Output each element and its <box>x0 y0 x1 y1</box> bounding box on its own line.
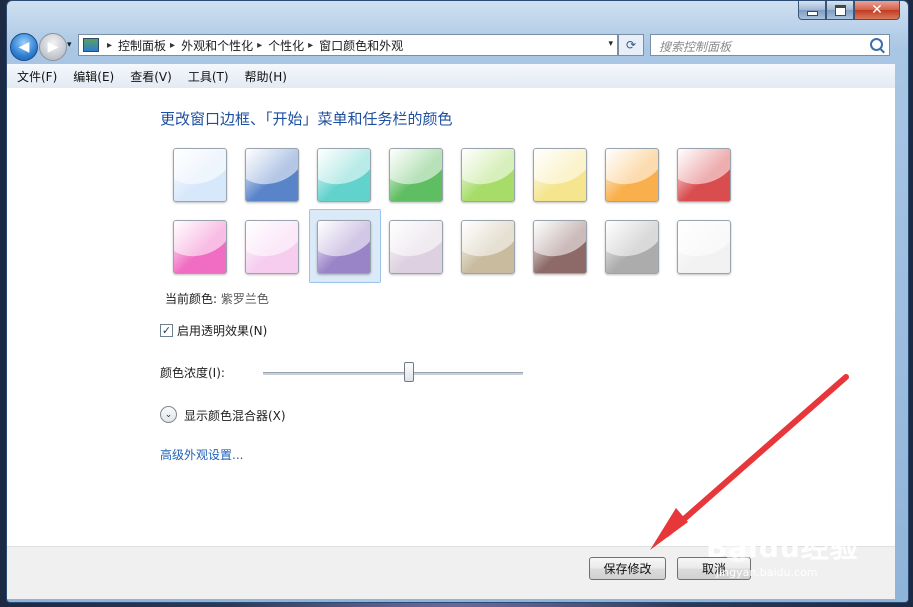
search-icon[interactable] <box>870 38 883 51</box>
menu-file[interactable]: 文件(F) <box>17 68 57 85</box>
color-swatch-frost[interactable] <box>677 220 731 274</box>
menu-tools[interactable]: 工具(T) <box>188 68 229 85</box>
transparency-label[interactable]: 启用透明效果(N) <box>177 322 267 339</box>
color-swatch-lime[interactable] <box>461 148 515 202</box>
maximize-button[interactable] <box>826 1 854 20</box>
minimize-icon <box>806 10 818 16</box>
breadcrumb-appearance[interactable]: 外观和个性化 <box>181 37 253 54</box>
breadcrumb-control-panel[interactable]: 控制面板 <box>118 37 166 54</box>
address-dropdown-icon[interactable]: ▾ <box>608 39 613 49</box>
breadcrumb-separator-icon: ▸ <box>107 39 113 51</box>
content-pane: 更改窗口边框、「开始」菜单和任务栏的颜色 当前颜色: 紫罗兰色 ✓ 启用透明效果… <box>7 88 895 546</box>
intensity-slider-thumb[interactable] <box>403 362 414 382</box>
address-bar[interactable]: ▸ 控制面板 ▸ 外观和个性化 ▸ 个性化 ▸ 窗口颜色和外观 ▾ <box>78 34 618 56</box>
breadcrumb-personalization[interactable]: 个性化 <box>268 37 304 54</box>
color-swatch-fuchsia[interactable] <box>173 220 227 274</box>
current-color-value: 紫罗兰色 <box>220 292 269 306</box>
advanced-appearance-link[interactable]: 高级外观设置... <box>160 446 243 463</box>
color-swatch-twilight[interactable] <box>245 148 299 202</box>
breadcrumb-separator-icon[interactable]: ▸ <box>308 40 313 51</box>
search-input[interactable]: 搜索控制面板 <box>659 38 731 55</box>
current-color-label: 当前颜色: <box>165 292 218 306</box>
maximize-icon <box>834 4 846 16</box>
intensity-label: 颜色浓度(I): <box>160 366 225 380</box>
forward-arrow-icon: ▶ <box>47 39 59 55</box>
save-changes-button[interactable]: 保存修改 <box>589 557 666 580</box>
minimize-button[interactable] <box>798 1 826 20</box>
title-buttons: ✕ <box>798 1 900 20</box>
back-button[interactable]: ◀ <box>10 33 38 61</box>
intensity-slider-track[interactable] <box>263 372 523 375</box>
breadcrumb-separator-icon[interactable]: ▸ <box>170 40 175 51</box>
color-swatch-sky[interactable] <box>173 148 227 202</box>
color-swatch-chocolate[interactable] <box>533 220 587 274</box>
close-button[interactable]: ✕ <box>854 1 900 20</box>
expand-chevron-icon[interactable]: ⌄ <box>160 406 177 423</box>
color-mixer-toggle[interactable]: 显示颜色混合器(X) <box>184 407 286 424</box>
breadcrumb-separator-icon[interactable]: ▸ <box>257 40 262 51</box>
control-panel-icon <box>83 38 99 52</box>
breadcrumb-window-color[interactable]: 窗口颜色和外观 <box>319 37 403 54</box>
color-swatch-blush[interactable] <box>245 220 299 274</box>
menu-view[interactable]: 查看(V) <box>130 68 172 85</box>
color-swatch-leaf[interactable] <box>389 148 443 202</box>
color-swatch-violet[interactable] <box>317 220 371 274</box>
current-color: 当前颜色: 紫罗兰色 <box>165 290 269 307</box>
menu-help[interactable]: 帮助(H) <box>245 68 287 85</box>
refresh-button[interactable]: ⟳ <box>618 34 644 56</box>
color-swatch-sun[interactable] <box>533 148 587 202</box>
color-swatch-pumpkin[interactable] <box>605 148 659 202</box>
search-box[interactable]: 搜索控制面板 <box>650 34 890 56</box>
menu-edit[interactable]: 编辑(E) <box>73 68 114 85</box>
menu-bar: 文件(F) 编辑(E) 查看(V) 工具(T) 帮助(H) <box>7 64 895 89</box>
back-arrow-icon: ◀ <box>18 39 30 55</box>
transparency-checkbox[interactable]: ✓ <box>160 324 173 337</box>
watermark-url: jingyan.baidu.com <box>716 566 818 579</box>
color-swatch-slate[interactable] <box>605 220 659 274</box>
color-swatch-sea[interactable] <box>317 148 371 202</box>
forward-button[interactable]: ▶ <box>39 33 67 61</box>
color-swatch-taupe[interactable] <box>461 220 515 274</box>
watermark-brand: Baidu经验 <box>706 531 859 564</box>
color-swatch-ruby[interactable] <box>677 148 731 202</box>
history-dropdown-icon[interactable]: ▾ <box>67 40 72 50</box>
close-icon: ✕ <box>871 2 883 18</box>
refresh-icon: ⟳ <box>625 38 637 52</box>
page-title: 更改窗口边框、「开始」菜单和任务栏的颜色 <box>160 110 453 128</box>
color-swatch-lavender[interactable] <box>389 220 443 274</box>
